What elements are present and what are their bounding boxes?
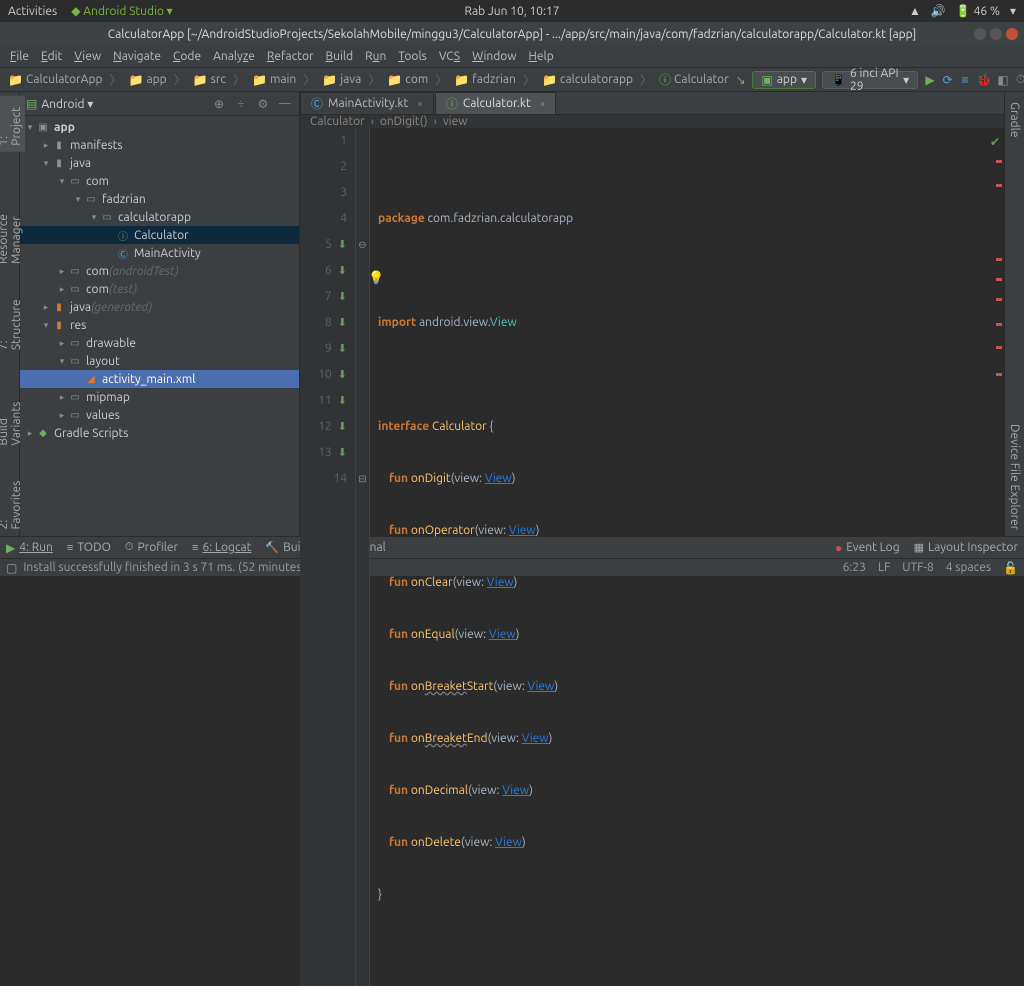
status-message: Install successfully finished in 3 s 71 … xyxy=(23,561,328,574)
menu-bar: File Edit View Navigate Code Analyze Ref… xyxy=(0,46,1024,68)
menu-run[interactable]: Run xyxy=(361,48,390,65)
bc-fadzrian[interactable]: 📁 fadzrian xyxy=(452,73,518,87)
volume-icon[interactable]: 🔊 xyxy=(931,4,946,18)
menu-window[interactable]: Window xyxy=(468,48,520,65)
run-button[interactable]: ▶ xyxy=(924,73,936,87)
menu-build[interactable]: Build xyxy=(322,48,358,65)
tool-windows-icon[interactable]: ▢ xyxy=(6,561,17,575)
menu-file[interactable]: File xyxy=(6,48,33,65)
activities-button[interactable]: Activities xyxy=(8,5,57,18)
menu-refactor[interactable]: Refactor xyxy=(263,48,318,65)
tab-structure[interactable]: 7: Structure xyxy=(0,290,25,356)
menu-navigate[interactable]: Navigate xyxy=(109,48,165,65)
left-tool-strip: 1: Project Resource Manager 7: Structure… xyxy=(0,92,20,536)
close-button[interactable] xyxy=(1006,28,1018,40)
bc-project[interactable]: 📁 CalculatorApp xyxy=(6,73,105,87)
right-tool-strip: Gradle Device File Explorer xyxy=(1004,92,1024,536)
close-icon[interactable]: × xyxy=(417,98,423,109)
tab-build-variants[interactable]: Build Variants xyxy=(0,376,25,452)
settings-icon[interactable]: ⚙ xyxy=(255,97,271,111)
tab-project[interactable]: 1: Project xyxy=(0,96,25,152)
coverage-icon[interactable]: ◧ xyxy=(997,73,1009,87)
editor-tabs: ⒸMainActivity.kt× ⓘCalculator.kt× xyxy=(300,92,1004,115)
bc-src[interactable]: 📁 src xyxy=(191,73,228,87)
device-selector[interactable]: 📱6 inci API 29 ▾ xyxy=(822,71,918,89)
android-icon: ▤ xyxy=(26,97,37,111)
tab-logcat[interactable]: ≡ 6: Logcat xyxy=(192,541,251,554)
fold-gutter[interactable]: ⊖⊟ xyxy=(356,128,370,986)
bc-file[interactable]: ⓘ Calculator xyxy=(657,71,731,88)
menu-analyze[interactable]: Analyze xyxy=(209,48,259,65)
menu-tools[interactable]: Tools xyxy=(394,48,431,65)
menu-edit[interactable]: Edit xyxy=(37,48,66,65)
menu-help[interactable]: Help xyxy=(525,48,558,65)
menu-code[interactable]: Code xyxy=(169,48,205,65)
editor-breadcrumb: Calculator › onDigit() › view xyxy=(300,115,1004,128)
tab-device-file-explorer[interactable]: Device File Explorer xyxy=(1006,418,1023,536)
bc-com[interactable]: 📁 com xyxy=(385,73,430,87)
lock-icon[interactable]: 🔓 xyxy=(1003,561,1018,575)
project-tree[interactable]: ▾▣app ▸▮manifests ▾▮java ▾▭com ▾▭fadzria… xyxy=(20,116,299,536)
editor-area: ⒸMainActivity.kt× ⓘCalculator.kt× Calcul… xyxy=(300,92,1004,536)
hide-icon[interactable]: — xyxy=(277,97,293,110)
project-header: ▤ Android ▾ ⊕ ÷ ⚙ — xyxy=(20,92,299,116)
apply-changes-icon[interactable]: ⟳ xyxy=(942,73,954,87)
project-panel: ▤ Android ▾ ⊕ ÷ ⚙ — ▾▣app ▸▮manifests ▾▮… xyxy=(20,92,300,536)
tab-profiler[interactable]: ⏱ Profiler xyxy=(125,541,178,554)
menu-vcs[interactable]: VCS xyxy=(435,48,464,65)
bc-java[interactable]: 📁 java xyxy=(320,73,363,87)
profile-icon[interactable]: ⏱ xyxy=(1015,73,1024,87)
intention-bulb-icon[interactable]: 💡 xyxy=(368,265,384,291)
bc-app[interactable]: 📁 app xyxy=(127,73,169,87)
power-icon[interactable]: ▾ xyxy=(1010,4,1016,18)
code-content[interactable]: 💡 ✔ package com.fadzrian.calculatorapp i… xyxy=(370,128,1004,986)
menu-view[interactable]: View xyxy=(70,48,105,65)
bc-main[interactable]: 📁 main xyxy=(250,73,298,87)
tab-gradle[interactable]: Gradle xyxy=(1006,96,1023,143)
tab-resource-manager[interactable]: Resource Manager xyxy=(0,172,25,270)
apply-code-icon[interactable]: ≡ xyxy=(959,73,971,87)
tree-item-calculator[interactable]: ⓘCalculator xyxy=(20,226,299,244)
project-view-mode[interactable]: Android ▾ xyxy=(41,97,93,111)
tree-item-activity-main[interactable]: ◢activity_main.xml xyxy=(20,370,299,388)
window-title: CalculatorApp [~/AndroidStudioProjects/S… xyxy=(108,28,917,41)
tab-mainactivity[interactable]: ⒸMainActivity.kt× xyxy=(300,92,434,114)
minimize-button[interactable] xyxy=(974,28,986,40)
gnome-top-bar: Activities ◆ Android Studio ▾ Rab Jun 10… xyxy=(0,0,1024,22)
tab-run[interactable]: ▶4: Run xyxy=(6,541,53,555)
window-title-bar: CalculatorApp [~/AndroidStudioProjects/S… xyxy=(0,22,1024,46)
close-icon[interactable]: × xyxy=(540,98,546,109)
network-icon[interactable]: ▲ xyxy=(909,4,921,18)
navigation-bar: 📁 CalculatorApp〉 📁 app〉 📁 src〉 📁 main〉 📁… xyxy=(0,68,1024,92)
run-config-selector[interactable]: ▣app ▾ xyxy=(752,71,816,89)
code-editor[interactable]: 1234 5 ⬇ 6 ⬇ 7 ⬇ 8 ⬇ 9 ⬇ 10 ⬇ 11 ⬇ 12 ⬇ … xyxy=(300,128,1004,986)
select-opened-icon[interactable]: ⊕ xyxy=(211,97,227,111)
collapse-icon[interactable]: ÷ xyxy=(233,97,249,110)
battery-indicator[interactable]: 🔋 46 % xyxy=(956,4,1000,18)
tab-calculator[interactable]: ⓘCalculator.kt× xyxy=(435,92,557,114)
app-indicator[interactable]: ◆ Android Studio ▾ xyxy=(71,4,173,18)
bc-calculatorapp[interactable]: 📁 calculatorapp xyxy=(540,73,635,87)
add-config-icon[interactable]: ↘ xyxy=(735,73,747,87)
error-stripe[interactable] xyxy=(996,128,1002,986)
clock: Rab Jun 10, 10:17 xyxy=(464,5,559,18)
maximize-button[interactable] xyxy=(990,28,1002,40)
tab-todo[interactable]: ≡ TODO xyxy=(67,541,111,554)
debug-button[interactable]: 🐞 xyxy=(977,73,991,87)
tab-favorites[interactable]: 2: Favorites xyxy=(0,471,25,536)
line-gutter: 1234 5 ⬇ 6 ⬇ 7 ⬇ 8 ⬇ 9 ⬇ 10 ⬇ 11 ⬇ 12 ⬇ … xyxy=(300,128,356,986)
